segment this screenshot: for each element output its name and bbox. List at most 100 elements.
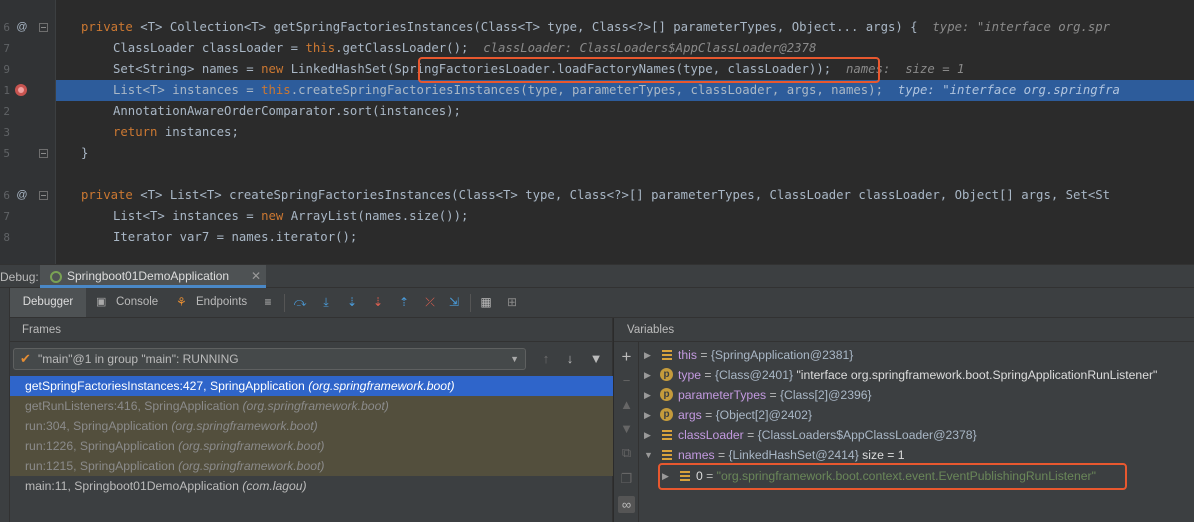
trace-stream-icon[interactable]: ⊞ bbox=[504, 294, 520, 310]
code-text: <T> Collection<T> getSpringFactoriesInst… bbox=[132, 20, 918, 34]
chevron-down-icon[interactable]: ▼ bbox=[510, 349, 519, 369]
move-down-icon[interactable]: ▼ bbox=[618, 420, 635, 437]
code-line[interactable]: List<T> instances = new ArrayList(names.… bbox=[56, 206, 1194, 227]
variable-row[interactable]: ▶parameterTypes = {Class[2]@2396} bbox=[640, 385, 1194, 405]
filter-icon[interactable]: ▼ bbox=[587, 349, 605, 369]
frame-method: run:1226, SpringApplication bbox=[25, 439, 175, 453]
fold-icon[interactable] bbox=[39, 149, 48, 158]
show-execution-point-icon[interactable]: ⤼ bbox=[292, 294, 308, 310]
code-keyword: private bbox=[81, 20, 133, 34]
variable-value: {Object[2]@2402} bbox=[715, 408, 813, 422]
run-config-tab[interactable]: Springboot01DemoApplication ✕ bbox=[40, 265, 266, 288]
code-line[interactable]: AnnotationAwareOrderComparator.sort(inst… bbox=[56, 101, 1194, 122]
variable-extra: size = 1 bbox=[858, 448, 905, 462]
collapse-arrow-icon[interactable]: ▼ bbox=[644, 445, 654, 465]
highlight-annotation-box bbox=[658, 463, 1127, 490]
field-icon bbox=[660, 445, 674, 465]
arrow-up-icon[interactable]: ↑ bbox=[537, 349, 555, 369]
line-number: 5 bbox=[3, 147, 10, 160]
run-to-cursor-icon[interactable]: ⇲ bbox=[446, 294, 462, 310]
fold-icon[interactable] bbox=[39, 23, 48, 32]
expand-arrow-icon[interactable]: ▶ bbox=[644, 405, 654, 425]
step-out-icon[interactable]: ⇡ bbox=[396, 294, 412, 310]
frame-method: getSpringFactoriesInstances:427, SpringA… bbox=[25, 379, 305, 393]
variable-name: parameterTypes bbox=[678, 388, 767, 402]
code-line[interactable]: Iterator var7 = names.iterator(); bbox=[56, 227, 1194, 248]
variable-row[interactable]: ▶type = {Class@2401} "interface org.spri… bbox=[640, 365, 1194, 385]
frame-method: main:11, Springboot01DemoApplication bbox=[25, 479, 239, 493]
variable-name: classLoader bbox=[678, 428, 744, 442]
code-line[interactable]: private <T> List<T> createSpringFactorie… bbox=[56, 185, 1194, 206]
expand-arrow-icon[interactable]: ▶ bbox=[644, 385, 654, 405]
drop-frame-icon[interactable]: ⤫ bbox=[422, 294, 438, 310]
line-number: 6 bbox=[3, 21, 10, 34]
code-editor[interactable]: 6 @ 7 9 1 2 3 5 6 @ 7 8 private <T> Collec… bbox=[0, 0, 1194, 264]
code-keyword: this bbox=[305, 41, 336, 55]
move-up-icon[interactable]: ▲ bbox=[618, 396, 635, 413]
variable-row[interactable]: ▶ this = {SpringApplication@2381} bbox=[640, 345, 1194, 365]
toolbar-separator bbox=[284, 294, 285, 312]
expand-arrow-icon[interactable]: ▶ bbox=[644, 425, 654, 445]
tab-endpoints[interactable]: ⚘ Endpoints bbox=[176, 288, 256, 317]
line-number: 7 bbox=[3, 42, 10, 55]
variable-name: type bbox=[678, 368, 702, 382]
remove-watch-icon[interactable]: − bbox=[618, 372, 635, 389]
stack-frame[interactable]: run:1215, SpringApplication (org.springf… bbox=[10, 456, 613, 476]
gutter-line: 1 bbox=[0, 80, 56, 101]
variable-row[interactable]: ▶ classLoader = {ClassLoaders$AppClassLoa… bbox=[640, 425, 1194, 445]
step-over-icon[interactable]: ⤓ bbox=[318, 294, 334, 310]
variables-header: Variables bbox=[614, 318, 1194, 342]
endpoints-icon: ⚘ bbox=[176, 295, 187, 309]
parameter-icon bbox=[660, 405, 674, 425]
gutter-line: 9 bbox=[0, 59, 56, 80]
left-tool-strip bbox=[0, 288, 10, 522]
stack-frame[interactable]: run:1226, SpringApplication (org.springf… bbox=[10, 436, 613, 456]
frame-package: (org.springframework.boot) bbox=[242, 399, 389, 413]
breakpoint-icon[interactable] bbox=[15, 84, 27, 96]
frame-package: (org.springframework.boot) bbox=[308, 379, 455, 393]
evaluate-expression-icon[interactable]: ▦ bbox=[478, 294, 494, 310]
toolbar-separator bbox=[470, 294, 471, 312]
code-line[interactable]: } bbox=[56, 143, 1194, 164]
gutter-line: 6 @ bbox=[0, 185, 56, 206]
editor-gutter[interactable]: 6 @ 7 9 1 2 3 5 6 @ 7 8 bbox=[0, 0, 56, 264]
force-step-into-icon[interactable]: ⇣ bbox=[370, 294, 386, 310]
field-icon bbox=[660, 345, 674, 365]
code-line[interactable]: private <T> Collection<T> getSpringFacto… bbox=[56, 17, 1194, 38]
arrow-down-icon[interactable]: ↓ bbox=[561, 349, 579, 369]
add-watch-icon[interactable]: + bbox=[618, 348, 635, 365]
override-marker-icon[interactable]: @ bbox=[15, 188, 29, 202]
code-text: <T> List<T> createSpringFactoriesInstanc… bbox=[132, 188, 1111, 202]
expand-arrow-icon[interactable]: ▶ bbox=[644, 365, 654, 385]
close-icon[interactable]: ✕ bbox=[251, 265, 261, 287]
copy-icon[interactable]: ❐ bbox=[618, 470, 635, 487]
show-watches-icon[interactable]: ∞ bbox=[618, 496, 635, 513]
frame-method: run:304, SpringApplication bbox=[25, 419, 168, 433]
gutter-line: 3 bbox=[0, 122, 56, 143]
fold-icon[interactable] bbox=[39, 191, 48, 200]
step-into-icon[interactable]: ⇣ bbox=[344, 294, 360, 310]
tab-debugger[interactable]: Debugger bbox=[10, 288, 86, 317]
stack-frame[interactable]: getSpringFactoriesInstances:427, SpringA… bbox=[10, 376, 613, 396]
stack-frame[interactable]: main:11, Springboot01DemoApplication (co… bbox=[10, 476, 613, 496]
variable-row[interactable]: ▶args = {Object[2]@2402} bbox=[640, 405, 1194, 425]
override-marker-icon[interactable]: @ bbox=[15, 20, 29, 34]
code-line[interactable]: return instances; bbox=[56, 122, 1194, 143]
code-line[interactable]: ClassLoader classLoader = this.getClassL… bbox=[56, 38, 1194, 59]
frame-method: getRunListeners:416, SpringApplication bbox=[25, 399, 240, 413]
duplicate-icon[interactable]: ⧉ bbox=[618, 444, 635, 461]
code-text: ArrayList(names.size()); bbox=[283, 209, 469, 223]
variable-row[interactable]: ▼ names = {LinkedHashSet@2414} size = 1 bbox=[640, 445, 1194, 465]
menu-icon[interactable]: ≡ bbox=[260, 294, 276, 310]
tab-console[interactable]: ▣ Console bbox=[96, 288, 166, 317]
code-text: List<T> instances = bbox=[113, 209, 262, 223]
stack-frame[interactable]: getRunListeners:416, SpringApplication (… bbox=[10, 396, 613, 416]
expand-arrow-icon[interactable]: ▶ bbox=[644, 345, 654, 365]
current-execution-line[interactable]: List<T> instances = this.createSpringFac… bbox=[56, 80, 1194, 101]
thread-selector[interactable]: ✔ "main"@1 in group "main": RUNNING ▼ bbox=[13, 348, 526, 370]
code-text: instances; bbox=[157, 125, 239, 139]
line-number: 1 bbox=[3, 84, 10, 97]
stack-frame[interactable]: run:304, SpringApplication (org.springfr… bbox=[10, 416, 613, 436]
variable-value: {Class@2401} bbox=[714, 368, 794, 382]
variable-value: {Class[2]@2396} bbox=[779, 388, 872, 402]
